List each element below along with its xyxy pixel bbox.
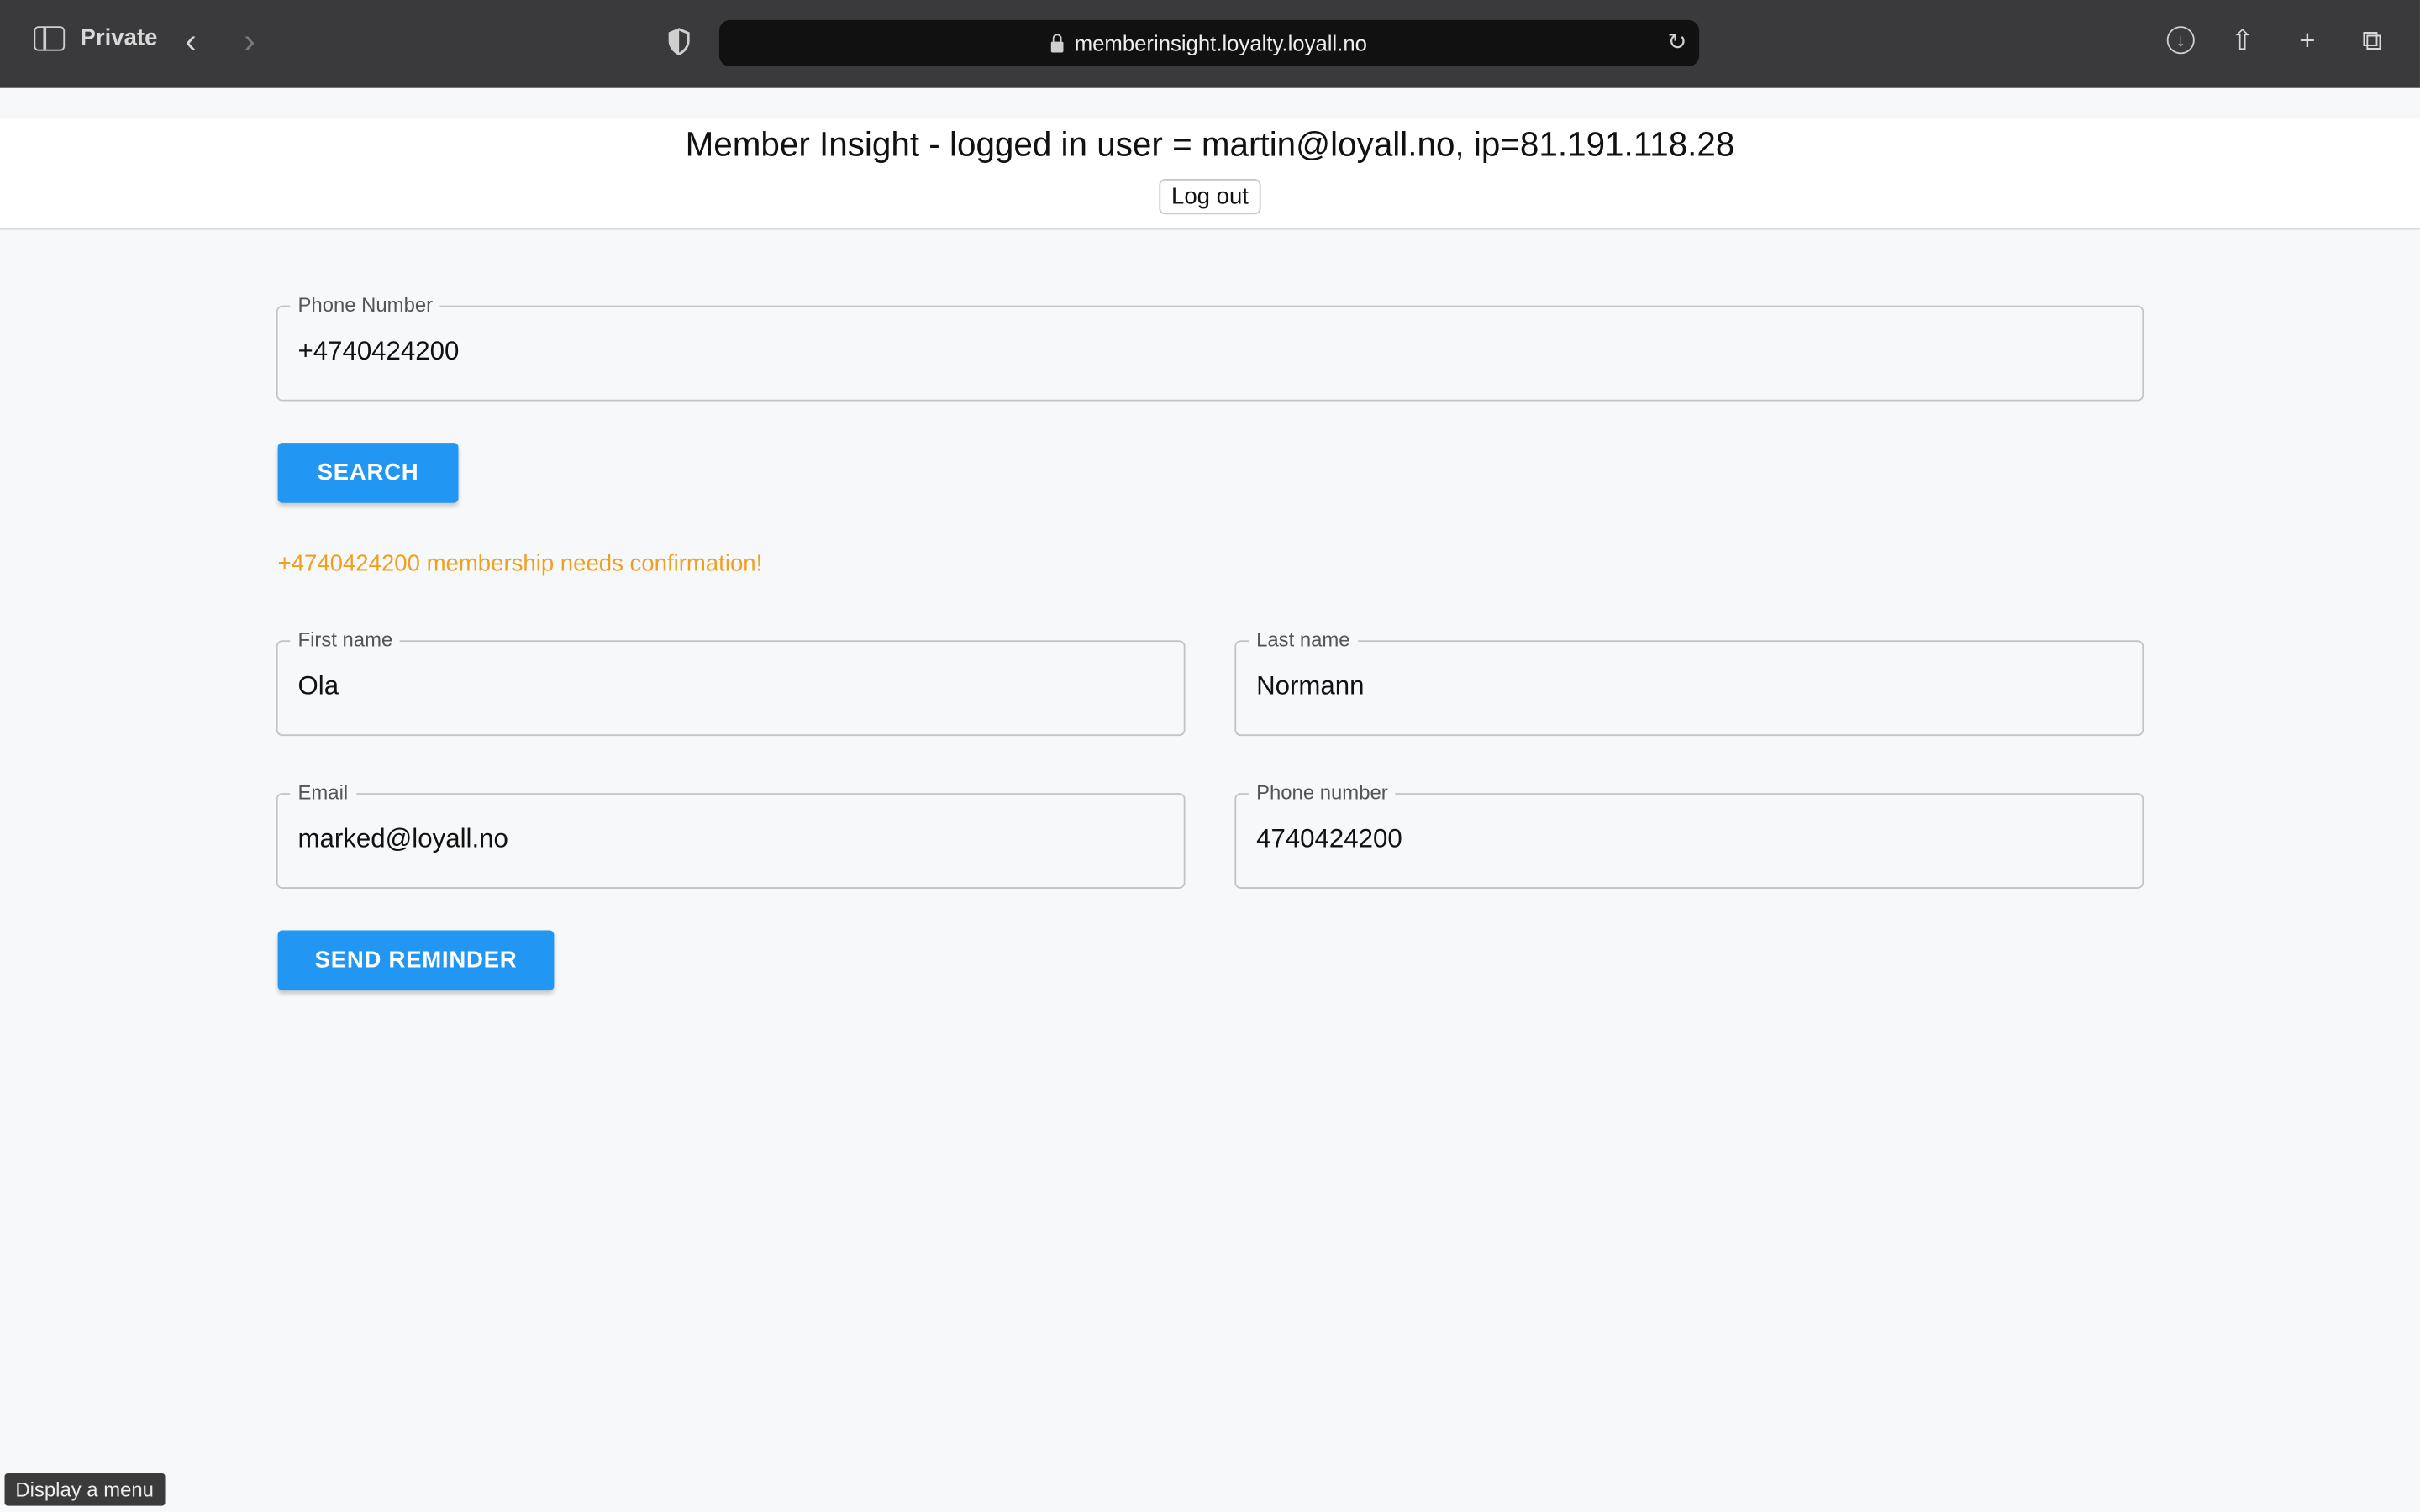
search-button[interactable]: SEARCH [277, 443, 459, 503]
tab-overview-icon[interactable]: ⧉ [2355, 24, 2389, 57]
browser-toolbar: Private ‹ › memberinsight.loyalty.loyall… [0, 0, 2420, 88]
first-name-value: Ola [297, 670, 339, 701]
downloads-icon[interactable]: ↓ [2166, 26, 2195, 55]
sidebar-toggle[interactable]: Private [34, 24, 158, 51]
new-tab-icon[interactable]: + [2291, 24, 2324, 57]
phone-search-field[interactable]: Phone Number +4740424200 [276, 292, 2144, 402]
page-title: Member Insight - logged in user = martin… [685, 124, 1735, 164]
phone-number-field[interactable]: Phone number 4740424200 [1234, 780, 2144, 889]
address-bar[interactable]: memberinsight.loyalty.loyall.no ↻ [718, 19, 1700, 66]
last-name-label: Last name [1248, 627, 1358, 653]
share-icon[interactable]: ⇧ [2226, 24, 2260, 57]
sidebar-icon [34, 25, 66, 50]
private-label: Private [80, 24, 158, 51]
phone-number-value: 4740424200 [1256, 823, 1402, 853]
email-label: Email [290, 780, 356, 806]
email-value: marked@loyall.no [297, 823, 508, 853]
forward-button[interactable]: › [244, 22, 255, 62]
phone-search-value: +4740424200 [297, 336, 460, 366]
send-reminder-button[interactable]: SEND REMINDER [277, 930, 555, 991]
url-text: memberinsight.loyalty.loyall.no [1074, 30, 1367, 56]
email-field[interactable]: Email marked@loyall.no [276, 780, 1186, 889]
logout-button[interactable]: Log out [1159, 179, 1261, 215]
status-message: +4740424200 membership needs confirmatio… [277, 550, 763, 577]
reload-icon[interactable]: ↻ [1667, 28, 1686, 55]
privacy-shield-icon[interactable] [666, 28, 691, 55]
last-name-field[interactable]: Last name Normann [1234, 627, 2144, 737]
first-name-label: First name [290, 627, 401, 653]
last-name-value: Normann [1256, 670, 1365, 701]
page-header: Member Insight - logged in user = martin… [0, 118, 2420, 230]
lock-icon [1051, 33, 1064, 52]
first-name-field[interactable]: First name Ola [276, 627, 1186, 737]
phone-number-label: Phone number [1248, 780, 1396, 806]
tooltip: Display a menu [4, 1473, 165, 1506]
phone-search-label: Phone Number [290, 292, 441, 318]
back-button[interactable]: ‹ [185, 22, 196, 62]
